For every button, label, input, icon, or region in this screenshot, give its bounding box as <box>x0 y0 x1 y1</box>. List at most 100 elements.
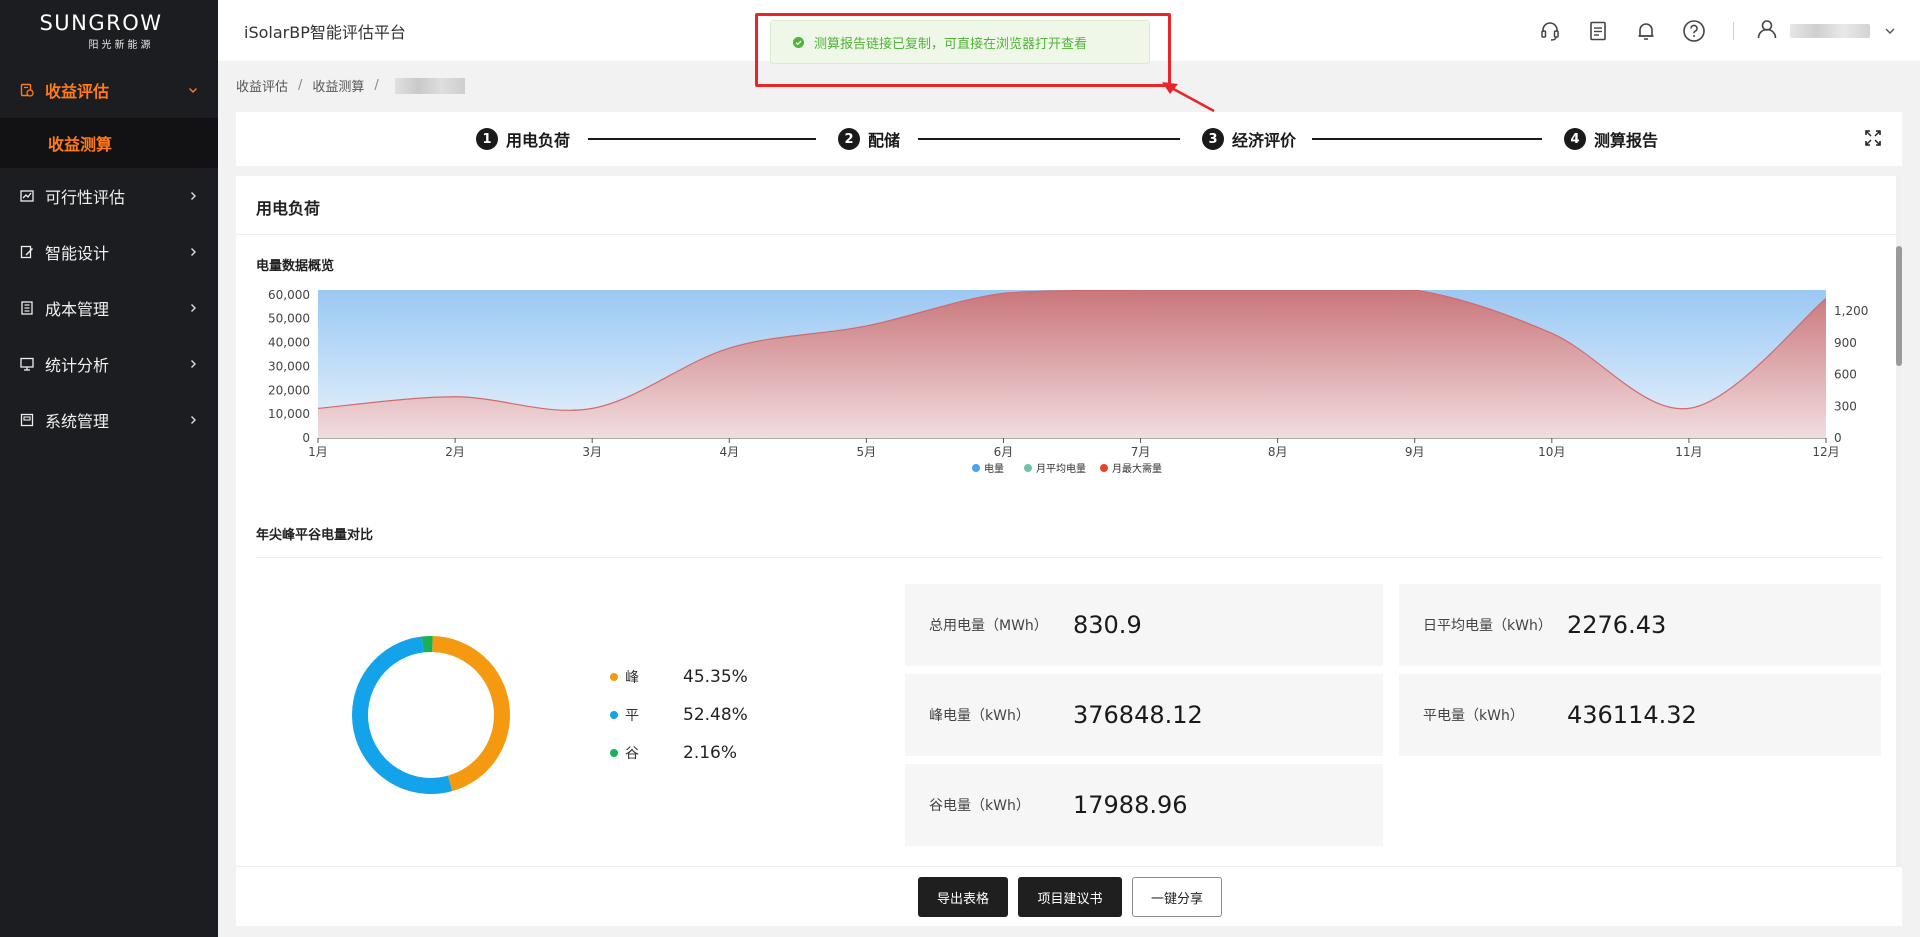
legend-row-valley: 谷 2.16% <box>610 734 748 772</box>
chevron-right-icon <box>188 303 198 313</box>
legend-marker <box>972 464 980 472</box>
sidebar-item-revenue-eval[interactable]: 收益评估 <box>0 62 218 118</box>
sidebar-item-label: 统计分析 <box>45 356 110 375</box>
sidebar-item-feasibility[interactable]: 可行性评估 <box>0 168 218 224</box>
app-title: iSolarBP智能评估平台 <box>244 22 406 42</box>
content-card: 用电负荷 电量数据概览 0 10,000 20,000 30,000 40,000 50,… <box>236 176 1902 866</box>
stat-label: 峰电量（kWh） <box>929 708 1030 724</box>
sidebar-item-label: 成本管理 <box>45 300 110 319</box>
x-tick-label: 12月 <box>1812 445 1839 459</box>
edit-icon <box>20 245 34 259</box>
export-table-button[interactable]: 导出表格 <box>918 877 1008 917</box>
stat-label: 平电量（kWh） <box>1423 708 1524 724</box>
x-tick-label: 4月 <box>719 445 739 459</box>
toast-message: 测算报告链接已复制，可直接在浏览器打开查看 <box>770 20 1150 64</box>
calculator-icon <box>20 83 34 97</box>
header-divider <box>1733 21 1734 40</box>
breadcrumb-current-redacted <box>394 77 465 94</box>
document-icon[interactable] <box>1585 18 1611 44</box>
sidebar-item-label: 收益评估 <box>45 82 110 101</box>
stat-value: 2276.43 <box>1567 611 1667 639</box>
legend-label: 月平均电量 <box>1036 462 1086 475</box>
help-icon[interactable] <box>1681 18 1707 44</box>
y-left-tick-label: 60,000 <box>268 288 310 302</box>
user-name-redacted <box>1790 23 1870 38</box>
y-right-tick-label: 900 <box>1834 336 1857 350</box>
step-label: 配储 <box>868 131 901 150</box>
legend-row-peak: 峰 45.35% <box>610 658 748 696</box>
chevron-down-icon <box>188 85 198 95</box>
toast-text: 测算报告链接已复制，可直接在浏览器打开查看 <box>814 36 1088 52</box>
legend-name: 谷 <box>625 746 639 762</box>
y-left-tick-label: 40,000 <box>268 336 310 350</box>
legend-label: 电量 <box>984 462 1004 475</box>
user-menu[interactable] <box>1756 18 1896 44</box>
step-label: 用电负荷 <box>506 131 571 150</box>
chevron-right-icon <box>188 191 198 201</box>
x-tick-label: 11月 <box>1675 445 1702 459</box>
step-4[interactable]: 4 测算报告 <box>1564 127 1658 151</box>
logo-main: SUNGROW <box>39 11 163 35</box>
y-left-tick-label: 50,000 <box>268 312 310 326</box>
breadcrumb-item[interactable]: 收益测算 <box>312 76 364 95</box>
stat-value: 830.9 <box>1073 611 1142 639</box>
monitor-icon <box>20 357 34 371</box>
share-button[interactable]: 一键分享 <box>1132 877 1222 917</box>
x-tick-label: 10月 <box>1538 445 1565 459</box>
y-left-tick-label: 30,000 <box>268 359 310 373</box>
step-2[interactable]: 2 配储 <box>838 127 900 151</box>
bell-icon[interactable] <box>1633 18 1659 44</box>
breadcrumb: 收益评估 / 收益测算 / <box>236 76 465 95</box>
step-1[interactable]: 1 用电负荷 <box>476 127 570 151</box>
sidebar: SUNGROW 阳光新能源 收益评估 收益测算 可行性评估 智能设计 成本管理 … <box>0 0 218 937</box>
stat-daily-average: 日平均电量（kWh） 2276.43 <box>1399 584 1881 666</box>
y-right-tick-label: 1,200 <box>1834 304 1868 318</box>
logo: SUNGROW 阳光新能源 <box>0 0 218 62</box>
project-proposal-button[interactable]: 项目建议书 <box>1018 877 1122 917</box>
chevron-right-icon <box>188 359 198 369</box>
legend-percent: 2.16% <box>683 743 738 763</box>
sidebar-subitem-label: 收益测算 <box>48 135 113 154</box>
sidebar-item-label: 智能设计 <box>45 244 110 263</box>
step-connector <box>588 138 816 140</box>
annotation-arrow <box>1162 82 1215 113</box>
chevron-down-icon <box>1884 25 1896 37</box>
legend-dot <box>610 711 618 719</box>
sidebar-subitem-revenue-calc[interactable]: 收益测算 <box>0 118 218 168</box>
energy-overview-chart: 0 10,000 20,000 30,000 40,000 50,000 60,000 0 3… <box>268 288 1868 475</box>
legend-marker <box>1024 464 1032 472</box>
footer-action-bar: 导出表格 项目建议书 一键分享 <box>236 866 1902 926</box>
step-3[interactable]: 3 经济评价 <box>1202 127 1296 151</box>
scrollbar-thumb[interactable] <box>1896 246 1902 366</box>
sidebar-item-statistics[interactable]: 统计分析 <box>0 336 218 392</box>
check-circle-icon <box>793 36 804 48</box>
x-tick-label: 2月 <box>445 445 465 459</box>
chart-icon <box>20 189 34 203</box>
sidebar-item-label: 可行性评估 <box>45 188 126 207</box>
donut-legend: 峰 45.35% 平 52.48% 谷 2.16% <box>610 658 748 772</box>
stat-valley-energy: 谷电量（kWh） 17988.96 <box>905 764 1383 846</box>
ledger-icon <box>20 301 34 315</box>
sidebar-item-system-mgmt[interactable]: 系统管理 <box>0 392 218 448</box>
divider <box>236 234 1896 235</box>
step-number: 4 <box>1564 128 1586 150</box>
step-label: 经济评价 <box>1232 131 1297 150</box>
x-tick-label: 6月 <box>994 445 1014 459</box>
legend-name: 峰 <box>625 670 639 686</box>
breadcrumb-item[interactable]: 收益评估 <box>236 76 288 95</box>
divider <box>256 557 1882 558</box>
sidebar-item-cost-mgmt[interactable]: 成本管理 <box>0 280 218 336</box>
y-left-tick-label: 0 <box>302 431 310 445</box>
stat-label: 日平均电量（kWh） <box>1423 618 1552 634</box>
fullscreen-icon[interactable] <box>1864 129 1882 147</box>
breadcrumb-separator: / <box>298 78 303 93</box>
stat-value: 436114.32 <box>1567 701 1697 729</box>
step-label: 测算报告 <box>1594 131 1659 150</box>
headset-icon[interactable] <box>1537 18 1563 44</box>
legend-dot <box>610 673 618 681</box>
card-title: 用电负荷 <box>256 199 321 218</box>
overview-title: 电量数据概览 <box>256 259 335 274</box>
legend-label: 月最大需量 <box>1112 462 1162 475</box>
legend-row-flat: 平 52.48% <box>610 696 748 734</box>
sidebar-item-smart-design[interactable]: 智能设计 <box>0 224 218 280</box>
